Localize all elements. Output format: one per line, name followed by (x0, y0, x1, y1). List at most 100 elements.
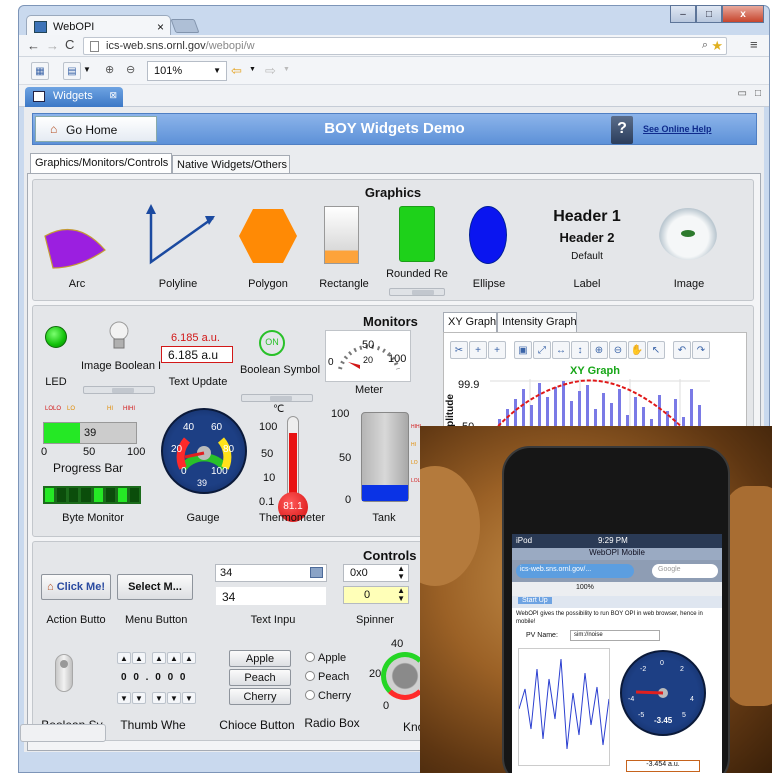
progress-bar-fill (44, 423, 80, 443)
page-favicon-icon (34, 21, 47, 33)
thumbwheel-down-icon[interactable]: ▼ (132, 692, 146, 704)
calendar-icon[interactable] (310, 567, 323, 578)
tank-tick-50: 50 (339, 452, 352, 464)
boolean-switch[interactable] (55, 654, 73, 692)
tab-graphics-monitors-controls[interactable]: Graphics/Monitors/Controls (30, 153, 172, 175)
radio-circle-icon (305, 690, 315, 700)
view-icon[interactable]: ▤ (63, 62, 81, 80)
address-bar[interactable]: ics-web.sns.ornl.gov/webopi/w ⌕ ★ (83, 37, 727, 55)
layout-icon[interactable]: ▦ (31, 62, 49, 80)
horizontal-zoom-icon[interactable]: ↔ (552, 341, 570, 359)
ipod-gauge-tick: -2 (640, 666, 647, 673)
search-icon[interactable]: ⌕ (702, 39, 708, 52)
redo-icon[interactable]: ↷ (692, 341, 710, 359)
new-tab-button[interactable] (170, 19, 200, 33)
nav-back-icon[interactable]: ⇦ (231, 63, 242, 79)
rectangle-shape (324, 206, 359, 264)
spinner-decimal[interactable]: 0 ▲ ▼ (343, 586, 409, 604)
thermometer-tube (287, 416, 299, 504)
menu-icon[interactable]: ≡ (750, 37, 758, 52)
spinner-hex[interactable]: 0x0 ▲ ▼ (343, 564, 409, 582)
caption-text-update: Text Update (168, 376, 228, 388)
tab-xy-graph[interactable]: XY Graph (443, 312, 497, 332)
view-tab-strip: Widgets ⊠ ▭ □ (19, 85, 769, 107)
pointer-icon[interactable]: ↖ (647, 341, 665, 359)
thumbwheel-down-icon[interactable]: ▼ (152, 692, 166, 704)
thumbwheel-up-row: ▲ ▲ ▲ ▲ ▲ (117, 652, 196, 664)
text-input-1[interactable]: 34 (215, 564, 327, 582)
spinner-arrows-icon[interactable]: ▲ ▼ (397, 587, 405, 603)
zoom-in-icon[interactable]: ⊕ (105, 63, 114, 76)
thumbwheel-up-icon[interactable]: ▲ (182, 652, 196, 664)
autoscale-icon[interactable]: ⤢ (533, 341, 551, 359)
star-icon[interactable]: ★ (711, 38, 723, 54)
view-minimize-icon[interactable]: ▭ (738, 88, 747, 99)
vertical-zoom-icon[interactable]: ↕ (571, 341, 589, 359)
add-annotation-icon[interactable]: + (469, 341, 487, 359)
fish-icon (681, 230, 695, 237)
radio-apple[interactable]: Apple (305, 652, 346, 664)
thumbwheel-up-icon[interactable]: ▲ (167, 652, 181, 664)
reload-icon[interactable]: C (65, 37, 74, 52)
thumbwheel-down-icon[interactable]: ▼ (182, 692, 196, 704)
zoom-out-icon[interactable]: ⊖ (126, 63, 135, 76)
image-boolean-scrollbar[interactable] (83, 386, 155, 394)
ipod-intro: WebOPI gives the possibility to run BOY … (516, 611, 703, 625)
tab-native-widgets[interactable]: Native Widgets/Others (172, 155, 290, 173)
ipod-url[interactable]: ics-web.sns.ornl.gov/... (516, 564, 634, 578)
close-view-icon[interactable]: ⊠ (109, 90, 117, 101)
zoom-in-icon[interactable]: ⊕ (590, 341, 608, 359)
zoom-out-icon[interactable]: ⊖ (609, 341, 627, 359)
tab-intensity-graph[interactable]: Intensity Graph (497, 312, 577, 332)
browser-tab-title: WebOPI (53, 21, 95, 33)
arc-shape (44, 228, 106, 269)
back-icon[interactable]: ← (27, 38, 40, 53)
thumbwheel-down-icon[interactable]: ▼ (167, 692, 181, 704)
minimize-button[interactable]: – (670, 5, 696, 23)
choice-peach[interactable]: Peach (229, 669, 291, 686)
dropdown-arrow-icon[interactable]: ▼ (249, 66, 256, 73)
remove-annotation-icon[interactable]: + (488, 341, 506, 359)
thumbwheel-up-icon[interactable]: ▲ (152, 652, 166, 664)
view-maximize-icon[interactable]: □ (755, 88, 761, 99)
byte-bit (45, 488, 55, 502)
gauge-value: 39 (197, 478, 208, 488)
hihi-mark: HIHI (123, 406, 135, 412)
close-window-button[interactable]: x (722, 5, 764, 23)
widgets-tab[interactable]: Widgets ⊠ (25, 87, 123, 107)
print-icon[interactable]: ▣ (514, 341, 532, 359)
thumbwheel-up-icon[interactable]: ▲ (117, 652, 131, 664)
rounded-rect-scrollbar[interactable] (389, 288, 445, 296)
maximize-button[interactable]: □ (696, 5, 722, 23)
help-icon[interactable]: ? (611, 116, 633, 144)
thumbwheel-down-icon[interactable]: ▼ (117, 692, 131, 704)
choice-cherry[interactable]: Cherry (229, 688, 291, 705)
thumbwheel-up-icon[interactable]: ▲ (132, 652, 146, 664)
forward-icon[interactable]: → (46, 38, 59, 53)
text-input-2[interactable]: 34 (215, 586, 327, 606)
y-tick-top: 99.9 (458, 379, 480, 391)
label-header1: Header 1 (553, 208, 621, 225)
radio-cherry[interactable]: Cherry (305, 690, 351, 702)
page-icon (90, 41, 99, 52)
select-menu-button[interactable]: Select M... (117, 574, 193, 600)
config-icon[interactable]: ✂ (450, 341, 468, 359)
ipod-pv-value[interactable]: sim://noise (570, 630, 660, 641)
ipod-pv-label: PV Name: (526, 632, 558, 639)
dropdown-arrow-icon[interactable]: ▼ (83, 65, 91, 74)
boolean-symbol-scrollbar[interactable] (241, 394, 313, 402)
pan-icon[interactable]: ✋ (628, 341, 646, 359)
tank-fill (362, 485, 408, 501)
online-help-link[interactable]: See Online Help (643, 124, 712, 134)
ipod-search[interactable]: Google (652, 564, 718, 578)
choice-apple[interactable]: Apple (229, 650, 291, 667)
undo-icon[interactable]: ↶ (673, 341, 691, 359)
byte-bit (57, 488, 67, 502)
close-tab-icon[interactable]: × (157, 20, 164, 34)
thermo-tick-100: 100 (259, 421, 278, 433)
spinner-arrows-icon[interactable]: ▲ ▼ (397, 565, 405, 581)
zoom-select[interactable]: 101% ▼ (147, 61, 227, 81)
widgets-tab-icon (33, 91, 45, 102)
radio-peach[interactable]: Peach (305, 671, 349, 683)
click-me-button[interactable]: ⌂ Click Me! (41, 574, 111, 600)
